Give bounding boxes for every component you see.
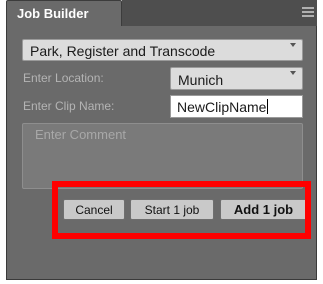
chevron-down-icon (290, 43, 296, 47)
panel-content: Park, Register and Transcode Enter Locat… (7, 26, 316, 279)
comment-placeholder: Enter Comment (35, 127, 127, 142)
cancel-button[interactable]: Cancel (63, 199, 125, 220)
comment-textarea[interactable]: Enter Comment (22, 123, 303, 189)
add-job-button-label: Add 1 job (233, 202, 294, 217)
start-job-button-label: Start 1 job (144, 202, 200, 217)
start-job-button[interactable]: Start 1 job (130, 199, 214, 220)
panel-title: Job Builder (17, 6, 89, 21)
tab-job-builder[interactable]: Job Builder (6, 0, 122, 26)
clip-name-input[interactable]: NewClipName (170, 95, 303, 118)
clip-name-label: Enter Clip Name: (23, 99, 115, 113)
workflow-select[interactable]: Park, Register and Transcode (22, 39, 303, 61)
location-label: Enter Location: (23, 71, 104, 85)
cancel-button-label: Cancel (75, 202, 113, 217)
location-select-value: Munich (178, 72, 224, 88)
add-job-button[interactable]: Add 1 job (220, 199, 307, 220)
location-select[interactable]: Munich (170, 67, 303, 90)
tab-bar-background (122, 0, 317, 26)
hamburger-menu-icon[interactable] (302, 7, 314, 17)
text-caret (267, 99, 269, 114)
chevron-down-icon (290, 71, 296, 75)
clip-name-value: NewClipName (177, 99, 267, 115)
workflow-select-value: Park, Register and Transcode (30, 43, 216, 59)
